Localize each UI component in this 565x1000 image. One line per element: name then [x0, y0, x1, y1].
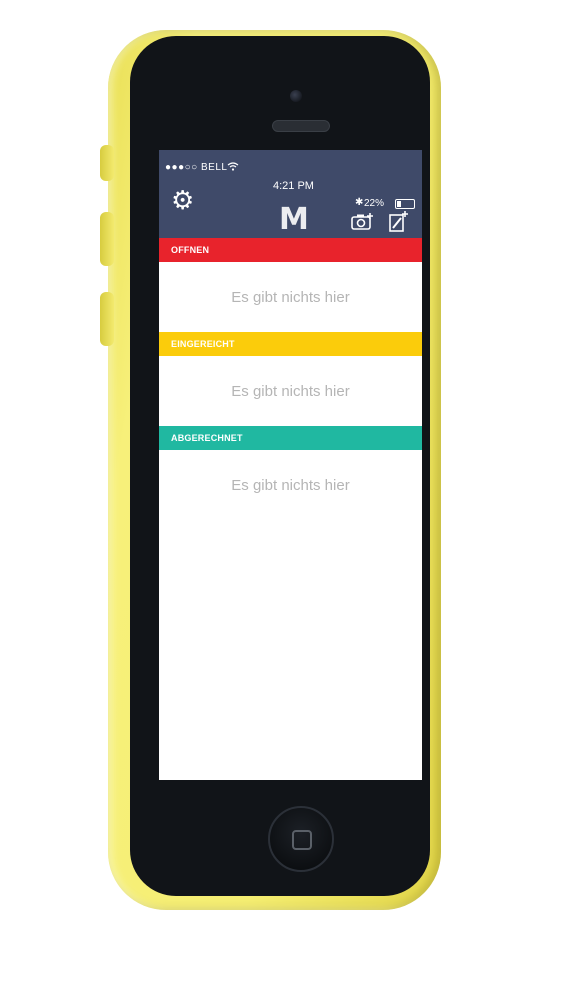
section-offnen: OFFNEN Es gibt nichts hier — [159, 238, 422, 332]
carrier-signal: ●●●○○ BELL — [165, 162, 228, 173]
empty-state: Es gibt nichts hier — [231, 288, 350, 306]
app-logo: M — [279, 202, 309, 237]
status-time: 4:21 PM — [273, 180, 314, 192]
gear-icon[interactable]: ⚙ — [171, 187, 194, 213]
front-camera — [290, 90, 302, 102]
document-edit-add-icon[interactable] — [389, 210, 409, 232]
battery-percent: 22% — [364, 198, 385, 209]
section-header[interactable]: OFFNEN — [159, 238, 422, 262]
battery-icon — [395, 199, 415, 209]
earpiece-speaker — [272, 120, 330, 132]
device-mockup: ●●●○○ BELL 4:21 PM ✱ 22% ⚙ M OFFNEN Es g… — [0, 0, 565, 1000]
wifi-icon — [227, 162, 239, 174]
home-button[interactable] — [268, 806, 334, 872]
volume-up-button — [100, 212, 114, 266]
empty-state: Es gibt nichts hier — [231, 382, 350, 400]
section-abgerechnet: ABGERECHNET Es gibt nichts hier — [159, 426, 422, 520]
home-square-icon — [292, 830, 312, 850]
section-header[interactable]: EINGEREICHT — [159, 332, 422, 356]
app-screen: ●●●○○ BELL 4:21 PM ✱ 22% ⚙ M OFFNEN Es g… — [159, 150, 422, 780]
volume-down-button — [100, 292, 114, 346]
empty-state: Es gibt nichts hier — [231, 476, 350, 494]
mute-switch — [100, 145, 114, 181]
camera-add-icon[interactable] — [351, 212, 375, 230]
bluetooth-icon: ✱ — [355, 197, 364, 208]
app-header: ●●●○○ BELL 4:21 PM ✱ 22% ⚙ M — [159, 150, 422, 238]
section-eingereicht: EINGEREICHT Es gibt nichts hier — [159, 332, 422, 426]
section-header[interactable]: ABGERECHNET — [159, 426, 422, 450]
